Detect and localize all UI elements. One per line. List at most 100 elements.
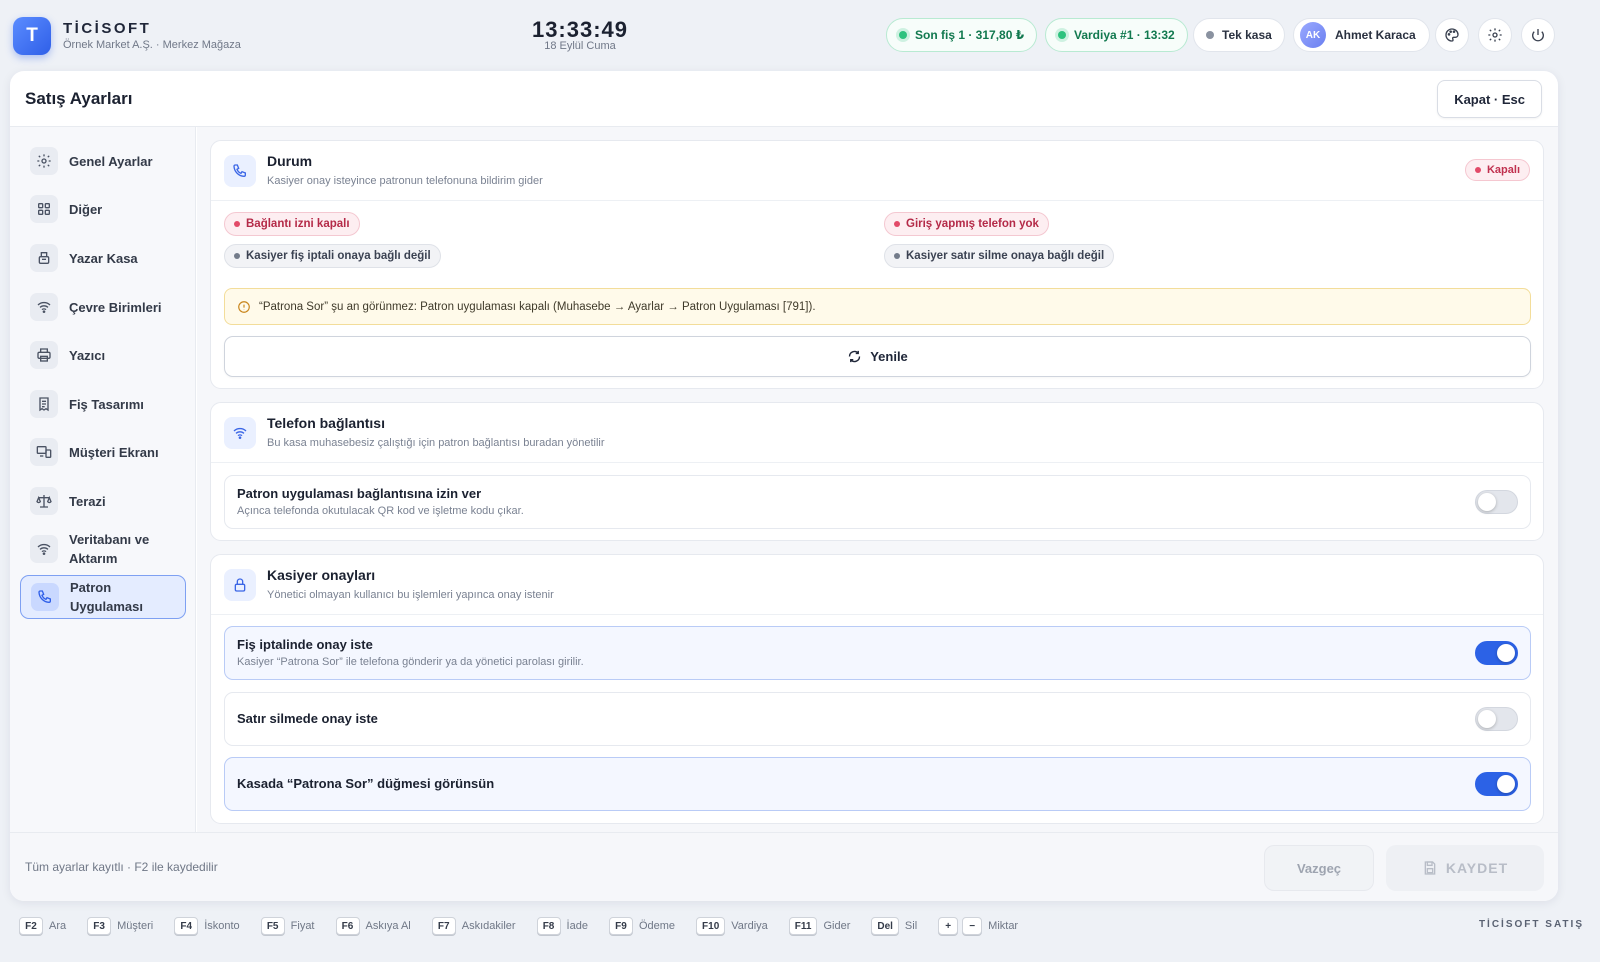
palette-icon (1445, 28, 1459, 42)
phone-icon (224, 155, 256, 187)
receipt-icon (30, 390, 58, 418)
theme-button[interactable] (1435, 18, 1469, 52)
receipt-cancel-approval-row[interactable]: Fiş iptalinde onay iste Kasiyer “Patrona… (224, 626, 1531, 680)
chip-dot (894, 221, 900, 227)
key-cap: F8 (536, 917, 561, 935)
shortcut-label: Sil (904, 920, 918, 932)
key-cap: − (962, 917, 983, 935)
shortcut-f2[interactable]: F2 Ara (19, 917, 66, 935)
status-chip: Bağlantı izni kapalı (224, 212, 360, 236)
key-cap: + (938, 917, 959, 935)
shortcut-f8[interactable]: F8 İade (536, 917, 588, 935)
shortcut-f9[interactable]: F9 Ödeme (608, 917, 675, 935)
shortcut-label: Vardiya (731, 920, 768, 932)
save-button[interactable]: KAYDET (1386, 845, 1544, 891)
cancel-button[interactable]: Vazgeç (1264, 845, 1374, 891)
receipt-cancel-approval-toggle[interactable] (1475, 641, 1518, 665)
sidebar-item-peripherals[interactable]: Çevre Birimleri (20, 285, 186, 329)
toggle-knob (1497, 775, 1515, 793)
shortcut-f4[interactable]: F4 İskonto (174, 917, 240, 935)
sidebar-item-label: Patron Uygulaması (70, 580, 143, 614)
shortcut-bar: F2 Ara F3 Müşteri F4 İskonto F5 Fiyat F6 Askı… (0, 910, 1600, 942)
key-cap: F6 (335, 917, 360, 935)
sidebar-item-general[interactable]: Genel Ayarlar (20, 139, 186, 183)
refresh-button[interactable]: Yenile (224, 336, 1531, 377)
key-cap: Del (871, 917, 899, 935)
sidebar: Genel Ayarlar Diğer Yazar Kasa Çevre Bir… (10, 127, 196, 832)
ask-boss-button-row[interactable]: Kasada “Patrona Sor” düğmesi görünsün (224, 757, 1531, 811)
save-icon (1424, 861, 1436, 875)
sidebar-item-customer-display[interactable]: Müşteri Ekranı (20, 430, 186, 474)
date: 18 Eylül Cuma (544, 40, 616, 52)
status-chip: Kasiyer fiş iptali onaya bağlı değil (224, 244, 441, 268)
key-cap: F7 (431, 917, 456, 935)
content-area: Durum Kasiyer onay isteyince patronun te… (197, 127, 1558, 832)
sidebar-item-label: Genel Ayarlar (69, 153, 153, 169)
shortcut-f10[interactable]: F10 Vardiya (696, 917, 768, 935)
shift-pill[interactable]: Vardiya #1 · 13:32 (1045, 18, 1188, 52)
settings-button[interactable] (1478, 18, 1512, 52)
shortcut-f3[interactable]: F3 Müşteri (87, 917, 153, 935)
status-dot (1058, 31, 1066, 39)
status-badge: Kapalı (1464, 159, 1530, 181)
key-cap: F5 (260, 917, 285, 935)
user-name: Ahmet Karaca (1335, 28, 1416, 42)
allow-connection-toggle[interactable] (1475, 490, 1518, 514)
info-icon (237, 300, 251, 314)
card-header: Kasiyer onayları Yönetici olmayan kullan… (211, 555, 1543, 615)
close-button[interactable]: Kapat · Esc (1437, 80, 1542, 118)
shortcut-del[interactable]: Del Sil (871, 917, 917, 935)
sidebar-item-cash-register[interactable]: Yazar Kasa (20, 236, 186, 280)
refresh-label: Yenile (870, 349, 908, 364)
sidebar-item-database[interactable]: Veritabanı ve Aktarım (20, 527, 186, 571)
shortcut-f7[interactable]: F7 Askıdakiler (431, 917, 516, 935)
status-dot (1206, 31, 1214, 39)
panel-header: Satış Ayarları Kapat · Esc (10, 71, 1558, 127)
sidebar-item-boss-app[interactable]: Patron Uygulaması (20, 575, 186, 619)
sidebar-item-label: Müşteri Ekranı (69, 444, 159, 460)
register-pill[interactable]: Tek kasa (1193, 18, 1285, 52)
wifi-icon (224, 417, 256, 449)
chip-text: Kasiyer fiş iptali onaya bağlı değil (246, 250, 431, 262)
ask-boss-button-toggle[interactable] (1475, 772, 1518, 796)
settings-panel: Satış Ayarları Kapat · Esc Genel Ayarlar… (10, 71, 1558, 901)
chip-text: Giriş yapmış telefon yok (906, 218, 1039, 230)
line-delete-approval-row[interactable]: Satır silmede onay iste (224, 692, 1531, 746)
shortcut-label: Gider (823, 920, 851, 932)
shortcut-f11[interactable]: F11 Gider (788, 917, 851, 935)
sidebar-item-label: Yazıcı (69, 347, 106, 363)
user-pill[interactable]: AK Ahmet Karaca (1293, 18, 1430, 52)
top-bar: T TİCİSOFT Örnek Market A.Ş. · Merkez Ma… (0, 0, 1600, 70)
toggle-knob (1497, 644, 1515, 662)
store-name: Örnek Market A.Ş. · Merkez Mağaza (63, 39, 241, 51)
power-button[interactable] (1521, 18, 1555, 52)
shortcut-f6[interactable]: F6 Askıya Al (335, 917, 411, 935)
allow-connection-row[interactable]: Patron uygulaması bağlantısına izin ver … (224, 475, 1531, 529)
gear-icon (30, 147, 58, 175)
sidebar-item-scale[interactable]: Terazi (20, 479, 186, 523)
card-title: Kasiyer onayları (267, 567, 376, 583)
sidebar-item-printer[interactable]: Yazıcı (20, 333, 186, 377)
sidebar-item-receipt-design[interactable]: Fiş Tasarımı (20, 382, 186, 426)
line-delete-approval-toggle[interactable] (1475, 707, 1518, 731)
printer-icon (30, 341, 58, 369)
sidebar-item-other[interactable]: Diğer (20, 187, 186, 231)
key-cap: F9 (608, 917, 633, 935)
key-cap: F4 (174, 917, 199, 935)
row-title: Patron uygulaması bağlantısına izin ver (237, 486, 482, 501)
chip-text: Bağlantı izni kapalı (246, 218, 350, 230)
sidebar-item-label: Çevre Birimleri (69, 299, 162, 315)
status-dot (1474, 167, 1481, 173)
row-title: Fiş iptalinde onay iste (237, 637, 373, 652)
chip-dot (234, 221, 240, 227)
chip-dot (234, 253, 240, 259)
wifi-icon (30, 293, 58, 321)
shortcut-quantity[interactable]: + − Miktar (938, 917, 1018, 935)
chip-dot (894, 253, 900, 259)
card-header: Telefon bağlantısı Bu kasa muhasebesiz ç… (211, 403, 1543, 463)
shortcut-label: Ara (49, 920, 67, 932)
shortcut-f5[interactable]: F5 Fiyat (260, 917, 315, 935)
toggle-knob (1478, 493, 1496, 511)
shortcut-label: Askıdakiler (461, 920, 516, 932)
last-receipt-pill[interactable]: Son fiş 1 · 317,80 ₺ (886, 18, 1038, 52)
